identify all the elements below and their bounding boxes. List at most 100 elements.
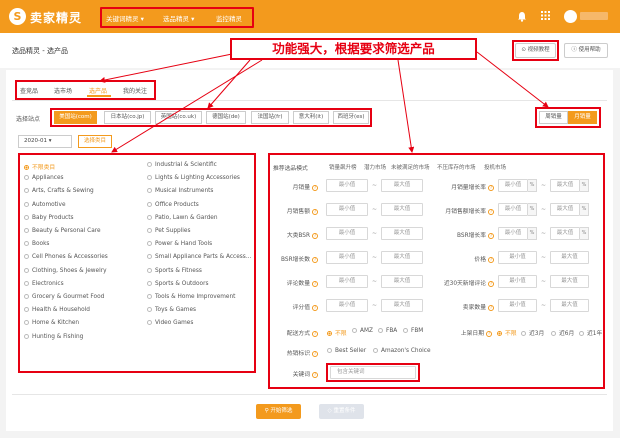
category-option[interactable]: Cell Phones & Accessories [24, 254, 108, 260]
category-option[interactable]: Toys & Games [147, 307, 196, 313]
site-de[interactable]: 德国站(de) [206, 111, 246, 124]
nav-keyword-wizard[interactable]: 关键词精灵 ▾ [106, 13, 144, 23]
min-input[interactable]: 最小值 [326, 275, 368, 288]
site-us[interactable]: 美国站(com) [54, 111, 97, 124]
tab-competitors[interactable]: 查竞品 [20, 86, 38, 95]
help-question-icon[interactable]: ? [488, 281, 494, 287]
help-question-icon[interactable]: ? [486, 331, 492, 337]
category-option[interactable]: Arts, Crafts & Sewing [24, 188, 94, 194]
max-input[interactable]: 最大值 [381, 299, 423, 312]
category-option[interactable]: Health & Household [24, 307, 90, 313]
min-input[interactable]: 最小值 [326, 299, 368, 312]
reset-button[interactable]: ◇ 重置条件 [319, 404, 364, 419]
help-question-icon[interactable]: ? [312, 305, 318, 311]
category-option[interactable]: Clothing, Shoes & Jewelry [24, 267, 107, 274]
month-select[interactable]: 2020-01 ▾ [18, 135, 72, 148]
tab-watchlist[interactable]: 我的关注 [123, 86, 147, 95]
mode-no-stock-market[interactable]: 不压库存的市场 [437, 163, 476, 171]
max-input[interactable]: 最大值 [381, 227, 423, 240]
user-name-redacted[interactable] [580, 12, 608, 20]
shipping-amz[interactable]: AMZ [352, 328, 373, 334]
max-input[interactable]: 最大值 [381, 179, 423, 192]
bell-icon[interactable] [517, 11, 527, 26]
site-fr[interactable]: 法国站(fr) [251, 111, 289, 124]
category-option[interactable]: Power & Hand Tools [147, 241, 212, 247]
min-input[interactable]: 最小值 [326, 203, 368, 216]
amazons-choice-checkbox[interactable]: Amazon's Choice [373, 348, 431, 354]
min-input[interactable]: 最小值 [498, 179, 528, 192]
min-input[interactable]: 最小值 [498, 275, 537, 288]
max-input[interactable]: 最大值 [381, 203, 423, 216]
category-option[interactable]: Baby Products [24, 214, 74, 221]
category-option[interactable]: Grocery & Gourmet Food [24, 294, 104, 300]
listing-3m[interactable]: 近3月 [521, 328, 544, 337]
shipping-fba[interactable]: FBA [378, 328, 397, 334]
max-input[interactable]: 最大值 [550, 299, 589, 312]
help-question-icon[interactable]: ? [488, 233, 494, 239]
help-question-icon[interactable]: ? [312, 281, 318, 287]
help-question-icon[interactable]: ? [488, 305, 494, 311]
category-option[interactable]: Industrial & Scientific [147, 162, 217, 168]
max-input[interactable]: 最大值 [550, 251, 589, 264]
max-input[interactable]: 最大值 [381, 251, 423, 264]
help-question-icon[interactable]: ? [312, 351, 318, 357]
video-tutorial-button[interactable]: ⊙ 视频教程 [515, 43, 556, 58]
max-input[interactable]: 最大值 [381, 275, 423, 288]
select-category-button[interactable]: 选择类目 [78, 135, 112, 148]
site-jp[interactable]: 日本站(co.jp) [104, 111, 151, 124]
help-question-icon[interactable]: ? [488, 185, 494, 191]
tab-products[interactable]: 选产品 [89, 86, 107, 95]
category-option[interactable]: Appliances [24, 175, 64, 181]
min-input[interactable]: 最小值 [326, 179, 368, 192]
category-option[interactable]: Sports & Fitness [147, 267, 202, 274]
listing-any[interactable]: 不限 [497, 328, 517, 337]
min-input[interactable]: 最小值 [326, 251, 368, 264]
shipping-fbm[interactable]: FBM [403, 328, 423, 334]
help-question-icon[interactable]: ? [312, 209, 318, 215]
mode-unmet-market[interactable]: 未被满足的市场 [391, 163, 430, 171]
help-question-icon[interactable]: ? [312, 372, 318, 378]
start-filter-button[interactable]: ⚲ 开始筛选 [256, 404, 301, 419]
help-question-icon[interactable]: ? [312, 185, 318, 191]
category-option[interactable]: Electronics [24, 280, 64, 287]
monthly-sales-toggle[interactable]: 月销量 [568, 111, 597, 124]
nav-monitor-wizard[interactable]: 监控精灵 [216, 13, 242, 23]
tab-markets[interactable]: 选市场 [54, 86, 72, 95]
category-option[interactable]: Pet Supplies [147, 228, 191, 234]
mode-potential-market[interactable]: 潜力市场 [364, 163, 386, 171]
min-input[interactable]: 最小值 [498, 299, 537, 312]
help-question-icon[interactable]: ? [312, 233, 318, 239]
help-question-icon[interactable]: ? [488, 257, 494, 263]
category-option[interactable]: Musical Instruments [147, 188, 213, 194]
nav-product-wizard[interactable]: 选品精灵 ▾ [163, 13, 194, 23]
max-input[interactable]: 最大值 [550, 179, 580, 192]
best-seller-checkbox[interactable]: Best Seller [327, 348, 366, 354]
listing-6m[interactable]: 近6月 [551, 328, 574, 337]
help-button[interactable]: ⓘ 使用帮助 [564, 43, 608, 58]
listing-1y[interactable]: 近1年 [579, 328, 602, 337]
category-option[interactable]: Small Appliance Parts & Access... [147, 254, 251, 260]
max-input[interactable]: 最大值 [550, 227, 580, 240]
user-avatar-icon[interactable] [564, 10, 577, 23]
mode-speculative-market[interactable]: 投机市场 [484, 163, 506, 171]
category-option[interactable]: Home & Kitchen [24, 320, 79, 326]
category-option[interactable]: Lights & Lighting Accessories [147, 175, 240, 181]
category-option[interactable]: Tools & Home Improvement [147, 294, 235, 300]
category-option[interactable]: 不限类目 [24, 162, 55, 171]
shipping-any[interactable]: 不限 [327, 328, 347, 337]
category-option[interactable]: Automotive [24, 201, 66, 208]
site-uk[interactable]: 英国站(co.uk) [155, 111, 202, 124]
max-input[interactable]: 最大值 [550, 275, 589, 288]
category-option[interactable]: Video Games [147, 320, 193, 326]
category-option[interactable]: Hunting & Fishing [24, 333, 83, 340]
category-option[interactable]: Sports & Outdoors [147, 280, 208, 287]
help-question-icon[interactable]: ? [312, 331, 318, 337]
category-option[interactable]: Books [24, 241, 49, 247]
max-input[interactable]: 最大值 [550, 203, 580, 216]
apps-grid-icon[interactable] [541, 11, 550, 24]
keyword-input[interactable]: 包含关键词 [330, 366, 416, 379]
site-es[interactable]: 西班牙(es) [333, 111, 369, 124]
help-question-icon[interactable]: ? [312, 257, 318, 263]
min-input[interactable]: 最小值 [498, 227, 528, 240]
category-option[interactable]: Beauty & Personal Care [24, 228, 101, 234]
